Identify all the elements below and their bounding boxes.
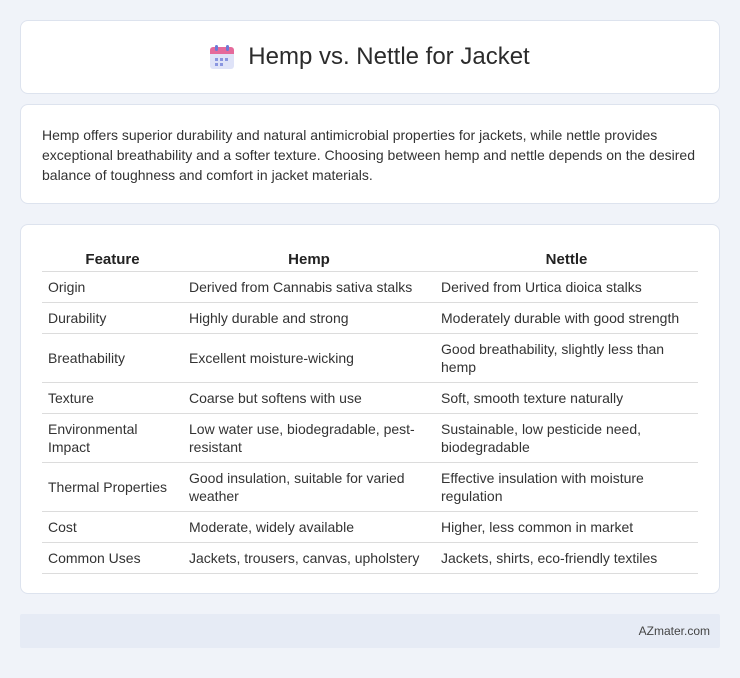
description-text: Hemp offers superior durability and natu… [42, 127, 695, 183]
table-row: Origin Derived from Cannabis sativa stal… [42, 270, 698, 302]
comparison-table: Feature Hemp Nettle Origin Derived from … [42, 245, 698, 574]
feature-cell: Breathability [42, 332, 183, 382]
nettle-cell: Good breathability, slightly less than h… [435, 332, 698, 382]
nettle-cell: Jackets, shirts, eco-friendly textiles [435, 541, 698, 574]
title-card: Hemp vs. Nettle for Jacket [20, 20, 720, 94]
hemp-cell: Good insulation, suitable for varied wea… [183, 461, 435, 511]
table-row: Breathability Excellent moisture-wicking… [42, 332, 698, 382]
feature-cell: Common Uses [42, 541, 183, 574]
feature-cell: Environmental Impact [42, 412, 183, 462]
hemp-cell: Low water use, biodegradable, pest-resis… [183, 412, 435, 462]
feature-cell: Durability [42, 301, 183, 333]
feature-cell: Origin [42, 270, 183, 302]
hemp-cell: Jackets, trousers, canvas, upholstery [183, 541, 435, 574]
header-hemp: Hemp [288, 251, 330, 269]
nettle-cell: Derived from Urtica dioica stalks [435, 270, 698, 302]
hemp-cell: Derived from Cannabis sativa stalks [183, 270, 435, 302]
table-header-row: Feature Hemp Nettle [42, 245, 698, 271]
calendar-icon [210, 45, 235, 69]
table-row: Durability Highly durable and strong Mod… [42, 301, 698, 333]
nettle-cell: Higher, less common in market [435, 510, 698, 542]
header-nettle: Nettle [545, 251, 588, 269]
hemp-cell: Highly durable and strong [183, 301, 435, 333]
nettle-cell: Sustainable, low pesticide need, biodegr… [435, 412, 698, 462]
nettle-cell: Effective insulation with moisture regul… [435, 461, 698, 511]
feature-cell: Texture [42, 381, 183, 413]
table-row: Texture Coarse but softens with use Soft… [42, 381, 698, 413]
hemp-cell: Moderate, widely available [183, 510, 435, 542]
footer-brand: AZmater.com [638, 624, 710, 638]
nettle-cell: Moderately durable with good strength [435, 301, 698, 333]
feature-cell: Cost [42, 510, 183, 542]
table-row: Thermal Properties Good insulation, suit… [42, 461, 698, 511]
table-row: Cost Moderate, widely available Higher, … [42, 510, 698, 542]
table-row: Environmental Impact Low water use, biod… [42, 412, 698, 462]
footer: AZmater.com [20, 614, 720, 648]
page-title: Hemp vs. Nettle for Jacket [248, 43, 530, 70]
comparison-table-card: Feature Hemp Nettle Origin Derived from … [20, 224, 720, 594]
hemp-cell: Coarse but softens with use [183, 381, 435, 413]
feature-cell: Thermal Properties [42, 461, 183, 511]
hemp-cell: Excellent moisture-wicking [183, 332, 435, 382]
table-row: Common Uses Jackets, trousers, canvas, u… [42, 541, 698, 574]
header-feature: Feature [85, 251, 140, 269]
nettle-cell: Soft, smooth texture naturally [435, 381, 698, 413]
description-card: Hemp offers superior durability and natu… [20, 104, 720, 204]
